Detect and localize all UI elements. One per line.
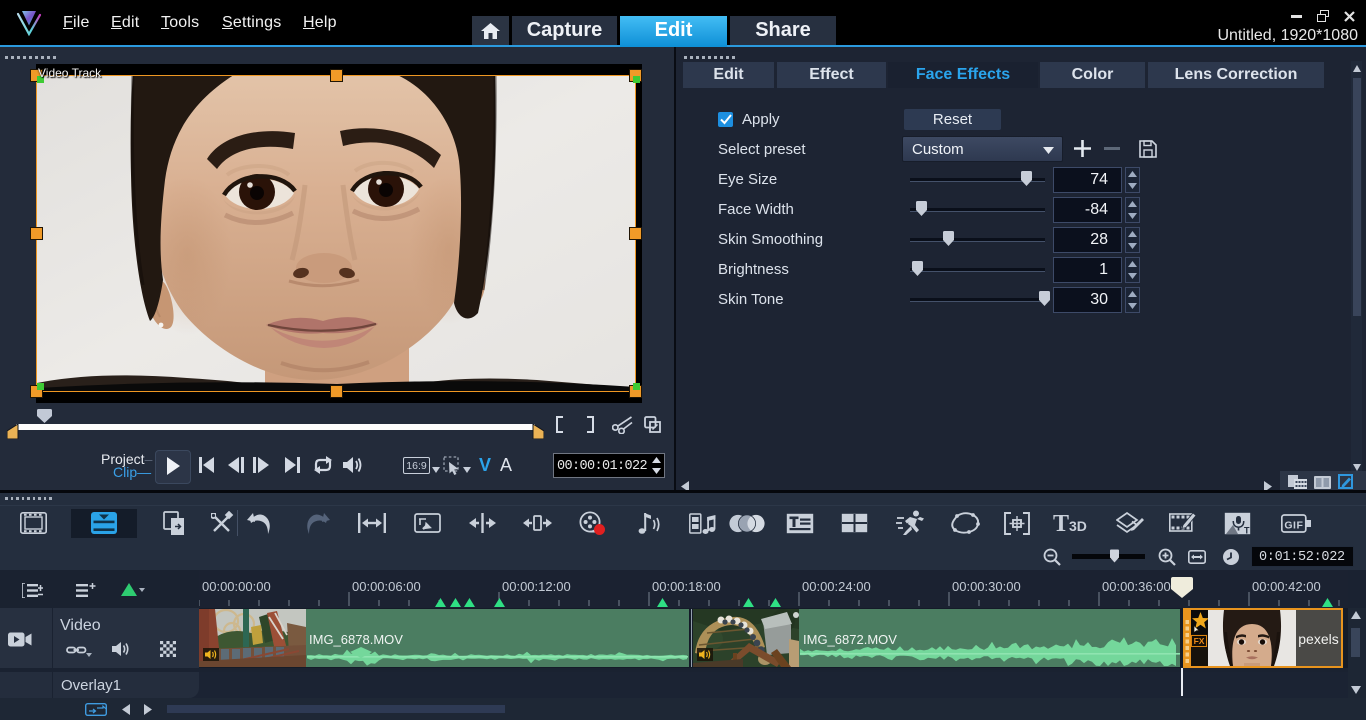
svg-text:T: T [1244, 526, 1250, 536]
svg-text:GIF: GIF [1284, 520, 1303, 532]
